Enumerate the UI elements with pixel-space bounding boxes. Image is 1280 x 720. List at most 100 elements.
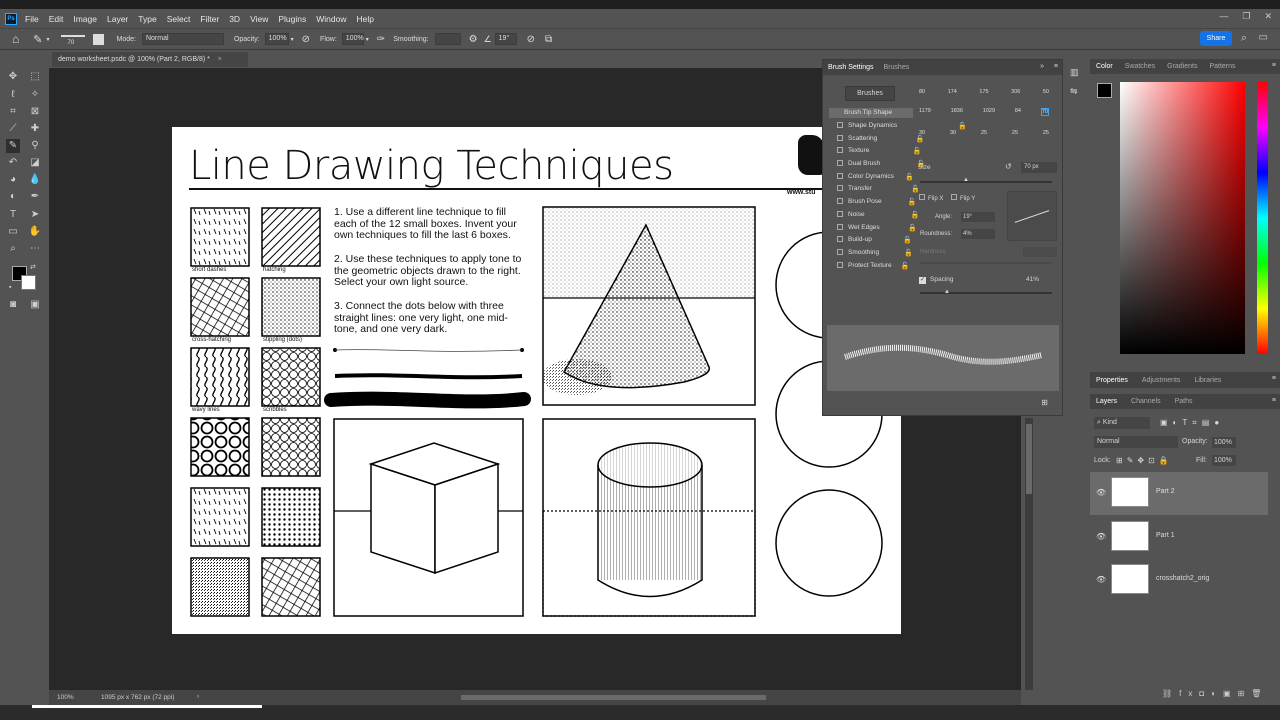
opacity-dropdown-icon[interactable]: ▾	[291, 36, 294, 43]
blend-mode-select[interactable]: Normal	[1094, 436, 1178, 448]
adjustments-panel-icon[interactable]: ⇋	[1070, 86, 1078, 97]
dodge-tool-icon[interactable]: ◐	[6, 190, 20, 204]
option-texture[interactable]: Texture 🔓	[837, 147, 921, 155]
option-build-up[interactable]: Build-up 🔓	[837, 236, 912, 244]
magic-wand-icon[interactable]: ✧	[28, 88, 42, 102]
path-selection-icon[interactable]: ➤	[28, 208, 42, 222]
size-slider-handle-icon[interactable]: ▲	[963, 177, 969, 183]
foreground-color-icon[interactable]	[1097, 83, 1112, 98]
tab-paths[interactable]: Paths	[1175, 398, 1193, 405]
option-wet-edges[interactable]: Wet Edges 🔓	[837, 224, 917, 232]
lock-icon[interactable]: 🔓	[911, 185, 920, 193]
visibility-eye-icon[interactable]: 👁	[1096, 575, 1106, 584]
search-icon[interactable]: ⌕	[1241, 32, 1247, 45]
checkbox-icon[interactable]	[837, 122, 843, 129]
tip-size[interactable]: 25	[1012, 130, 1018, 136]
flow-input[interactable]: 100%	[341, 33, 364, 45]
checkbox-icon[interactable]	[951, 194, 957, 200]
visibility-eye-icon[interactable]: 👁	[1096, 532, 1106, 541]
gear-icon[interactable]: ⚙	[469, 34, 478, 45]
hue-slider[interactable]	[1257, 82, 1268, 354]
tab-brushes[interactable]: Brushes	[879, 64, 915, 71]
layer-filter-icons[interactable]: ▣◐T⌗▤●	[1160, 418, 1224, 428]
opacity-input[interactable]: 100%	[264, 33, 289, 45]
option-shape-dynamics[interactable]: Shape Dynamics 🔓	[837, 122, 967, 130]
checked-icon[interactable]: ✓	[919, 277, 926, 284]
default-colors-icon[interactable]: ▪	[9, 284, 11, 291]
blur-tool-icon[interactable]: 💧	[28, 173, 42, 187]
roundness-input[interactable]: 4%	[961, 229, 995, 239]
checkbox-icon[interactable]	[837, 160, 843, 167]
tip-size[interactable]: 30	[919, 130, 925, 136]
tip-size[interactable]: 30	[950, 130, 956, 136]
lock-icons[interactable]: ⊞✎✥⊡🔒	[1116, 456, 1173, 465]
restore-button[interactable]: ❐	[1242, 11, 1250, 22]
fill-input[interactable]: 100%	[1212, 455, 1236, 466]
spacing-slider-handle-icon[interactable]: ▲	[944, 289, 950, 295]
size-slider[interactable]	[920, 181, 1052, 183]
menu-select[interactable]: Select	[167, 14, 191, 24]
layer-row-selected[interactable]: 👁 Part 2	[1090, 472, 1268, 515]
tab-patterns[interactable]: Patterns	[1209, 63, 1235, 70]
tip-size[interactable]: 80	[919, 89, 925, 95]
menu-help[interactable]: Help	[356, 14, 373, 24]
checkbox-icon[interactable]	[837, 173, 843, 180]
tab-swatches[interactable]: Swatches	[1125, 63, 1155, 70]
layer-name[interactable]: Part 2	[1156, 488, 1175, 495]
checkbox-icon[interactable]	[837, 147, 843, 154]
angle-input[interactable]: 19°	[494, 33, 517, 45]
option-noise[interactable]: Noise 🔓	[837, 211, 920, 219]
type-tool-icon[interactable]: T	[6, 208, 20, 222]
menu-layer[interactable]: Layer	[107, 14, 128, 24]
flip-x-checkbox[interactable]: Flip X	[919, 194, 943, 202]
checkbox-icon[interactable]	[837, 198, 843, 205]
vertical-scrollbar[interactable]	[1025, 418, 1033, 690]
size-input[interactable]: 70 px	[1021, 162, 1057, 173]
lock-icon[interactable]: 🔓	[905, 173, 914, 181]
tip-size[interactable]: 25	[981, 130, 987, 136]
brush-tip-grid[interactable]: 80 174 175 306 50 1179 1836 1029 84 70 3…	[919, 83, 1049, 153]
tab-layers[interactable]: Layers	[1096, 398, 1117, 405]
create-new-brush-icon[interactable]: ⊞	[1041, 398, 1048, 407]
hardness-slider[interactable]	[920, 262, 1052, 264]
lock-icon[interactable]: 🔓	[903, 236, 912, 244]
checkbox-icon[interactable]	[837, 224, 843, 231]
paint-bucket-icon[interactable]: ◕	[6, 173, 20, 187]
tool-preset-dropdown-icon[interactable]: ▾	[46, 36, 49, 43]
horizontal-scroll-thumb[interactable]	[461, 695, 766, 700]
lock-icon[interactable]: 🔓	[908, 224, 917, 232]
layers-menu-icon[interactable]: ≡	[1272, 397, 1276, 404]
lock-icon[interactable]: 🔓	[911, 211, 920, 219]
layer-row[interactable]: 👁 crosshatch2_orig	[1090, 559, 1268, 602]
option-protect-texture[interactable]: Protect Texture 🔓	[837, 262, 910, 270]
clone-stamp-icon[interactable]: ⚲	[28, 139, 42, 153]
home-icon[interactable]: ⌂	[12, 32, 19, 46]
tip-size[interactable]: 50	[1043, 89, 1049, 95]
option-smoothing[interactable]: Smoothing 🔓	[837, 249, 913, 257]
checkbox-icon[interactable]	[919, 194, 925, 200]
flip-y-checkbox[interactable]: Flip Y	[951, 194, 975, 202]
tip-size[interactable]: 1029	[983, 108, 995, 116]
close-button[interactable]: ✕	[1264, 11, 1272, 22]
checkbox-icon[interactable]	[837, 262, 843, 269]
more-tools-icon[interactable]: ⋯	[28, 242, 42, 256]
vertical-scroll-thumb[interactable]	[1026, 424, 1032, 494]
close-tab-icon[interactable]: ×	[218, 56, 222, 63]
tab-brush-settings[interactable]: Brush Settings	[823, 64, 879, 71]
menu-file[interactable]: File	[25, 14, 39, 24]
zoom-level[interactable]: 100%	[57, 694, 74, 701]
visibility-eye-icon[interactable]: 👁	[1096, 488, 1106, 497]
brush-panel-toggle-icon[interactable]	[93, 33, 105, 45]
lock-icon[interactable]: 🔓	[901, 262, 910, 270]
tip-size[interactable]: 1836	[951, 108, 963, 116]
minimize-button[interactable]: —	[1219, 11, 1228, 22]
tab-properties[interactable]: Properties	[1096, 377, 1128, 384]
tab-adjustments[interactable]: Adjustments	[1142, 377, 1181, 384]
hardness-input[interactable]	[1023, 247, 1057, 257]
quick-mask-icon[interactable]: ◙	[6, 298, 20, 312]
layer-name[interactable]: Part 1	[1156, 532, 1175, 539]
pen-tool-icon[interactable]: ✒	[28, 190, 42, 204]
menu-edit[interactable]: Edit	[49, 14, 64, 24]
tip-size[interactable]: 306	[1011, 89, 1020, 95]
tip-size[interactable]: 84	[1015, 108, 1021, 116]
